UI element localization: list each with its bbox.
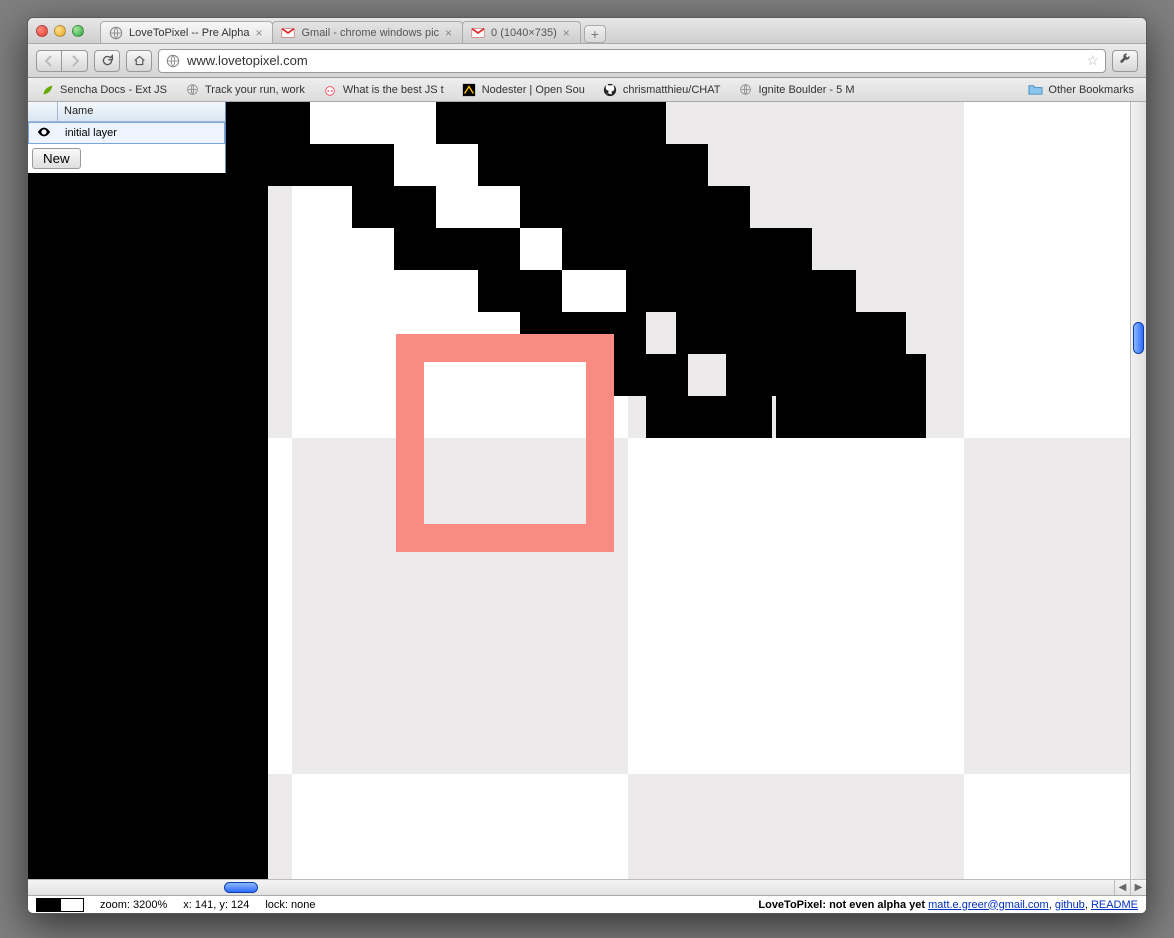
tab-label: LoveToPixel -- Pre Alpha <box>129 27 249 39</box>
brush-cursor <box>396 334 614 552</box>
reload-button[interactable] <box>94 50 120 72</box>
globe-icon <box>165 53 181 69</box>
vertical-scrollbar[interactable] <box>1130 102 1146 879</box>
bookmark-label: Sencha Docs - Ext JS <box>60 84 167 96</box>
toolbar: www.lovetopixel.com ☆ <box>28 44 1146 78</box>
gmail-icon <box>471 26 485 40</box>
app-title: LoveToPixel: not even alpha yet <box>758 899 925 911</box>
close-icon[interactable]: × <box>445 26 452 40</box>
layer-row[interactable]: initial layer <box>28 122 225 144</box>
horizontal-scrollbar[interactable]: ◀ ▶ <box>28 879 1146 895</box>
scroll-left-button[interactable]: ◀ <box>1114 880 1130 895</box>
browser-window: LoveToPixel -- Pre Alpha × Gmail - chrom… <box>27 17 1147 914</box>
other-bookmarks-button[interactable]: Other Bookmarks <box>1028 82 1134 97</box>
reddit-icon <box>323 82 338 97</box>
zoom-label: zoom: 3200% <box>100 899 167 911</box>
lock-label: lock: none <box>265 899 315 911</box>
eye-icon[interactable] <box>29 127 59 140</box>
wrench-menu-button[interactable] <box>1112 50 1138 72</box>
close-window-button[interactable] <box>36 25 48 37</box>
canvas-viewport[interactable] <box>226 102 1130 879</box>
visibility-column-header[interactable] <box>28 102 58 121</box>
bookmark-item[interactable]: chrismatthieu/CHAT <box>603 82 721 97</box>
layer-name: initial layer <box>59 127 224 139</box>
close-icon[interactable]: × <box>563 26 570 40</box>
globe-icon <box>109 26 123 40</box>
layers-header: Name <box>28 102 225 122</box>
bookmark-item[interactable]: Sencha Docs - Ext JS <box>40 82 167 97</box>
bookmarks-bar: Sencha Docs - Ext JS Track your run, wor… <box>28 78 1146 102</box>
coords-label: x: 141, y: 124 <box>183 899 249 911</box>
status-bar: zoom: 3200% x: 141, y: 124 lock: none Lo… <box>28 895 1146 913</box>
page-content: Name initial layer New ◀ ▶ <box>28 102 1146 895</box>
new-layer-button[interactable]: New <box>32 148 81 169</box>
gmail-icon <box>281 26 295 40</box>
new-tab-button[interactable]: + <box>584 25 606 43</box>
email-link[interactable]: matt.e.greer@gmail.com <box>928 899 1049 911</box>
bookmark-label: chrismatthieu/CHAT <box>623 84 721 96</box>
back-button[interactable] <box>36 50 62 72</box>
github-link[interactable]: github <box>1055 899 1085 911</box>
minimize-window-button[interactable] <box>54 25 66 37</box>
background-swatch[interactable] <box>60 898 84 912</box>
bookmark-label: Nodester | Open Sou <box>482 84 585 96</box>
tab-label: Gmail - chrome windows pic <box>301 27 439 39</box>
tab-strip: LoveToPixel -- Pre Alpha × Gmail - chrom… <box>100 18 1138 43</box>
nav-buttons <box>36 50 88 72</box>
bookmark-item[interactable]: Track your run, work <box>185 82 305 97</box>
scrollbar-thumb[interactable] <box>224 882 258 893</box>
tab-1[interactable]: Gmail - chrome windows pic × <box>272 21 463 43</box>
address-bar[interactable]: www.lovetopixel.com ☆ <box>158 49 1106 73</box>
app-credits: LoveToPixel: not even alpha yet matt.e.g… <box>758 899 1138 911</box>
github-icon <box>603 82 618 97</box>
globe-icon <box>738 82 753 97</box>
bookmark-item[interactable]: Nodester | Open Sou <box>462 82 585 97</box>
tab-2[interactable]: 0 (1040×735) × <box>462 21 581 43</box>
home-button[interactable] <box>126 50 152 72</box>
bookmark-label: Track your run, work <box>205 84 305 96</box>
bookmark-item[interactable]: What is the best JS t <box>323 82 444 97</box>
url-text: www.lovetopixel.com <box>187 53 308 68</box>
scrollbar-thumb[interactable] <box>1133 322 1144 354</box>
close-icon[interactable]: × <box>255 26 262 40</box>
layers-panel: Name initial layer New <box>28 102 226 173</box>
window-controls <box>36 25 84 37</box>
titlebar: LoveToPixel -- Pre Alpha × Gmail - chrom… <box>28 18 1146 44</box>
globe-icon <box>185 82 200 97</box>
tab-0[interactable]: LoveToPixel -- Pre Alpha × <box>100 21 273 43</box>
scroll-right-button[interactable]: ▶ <box>1130 880 1146 895</box>
bookmark-label: Ignite Boulder - 5 M <box>758 84 854 96</box>
bookmark-item[interactable]: Ignite Boulder - 5 M <box>738 82 854 97</box>
bookmark-star-icon[interactable]: ☆ <box>1086 52 1099 69</box>
forward-button[interactable] <box>62 50 88 72</box>
bookmark-label: What is the best JS t <box>343 84 444 96</box>
color-swatches <box>36 898 84 912</box>
tab-label: 0 (1040×735) <box>491 27 557 39</box>
wrench-icon <box>1118 51 1133 71</box>
leaf-icon <box>40 82 55 97</box>
name-column-header[interactable]: Name <box>58 102 225 121</box>
folder-icon <box>1028 82 1043 97</box>
node-icon <box>462 82 477 97</box>
readme-link[interactable]: README <box>1091 899 1138 911</box>
other-bookmarks-label: Other Bookmarks <box>1048 84 1134 96</box>
foreground-swatch[interactable] <box>36 898 60 912</box>
zoom-window-button[interactable] <box>72 25 84 37</box>
